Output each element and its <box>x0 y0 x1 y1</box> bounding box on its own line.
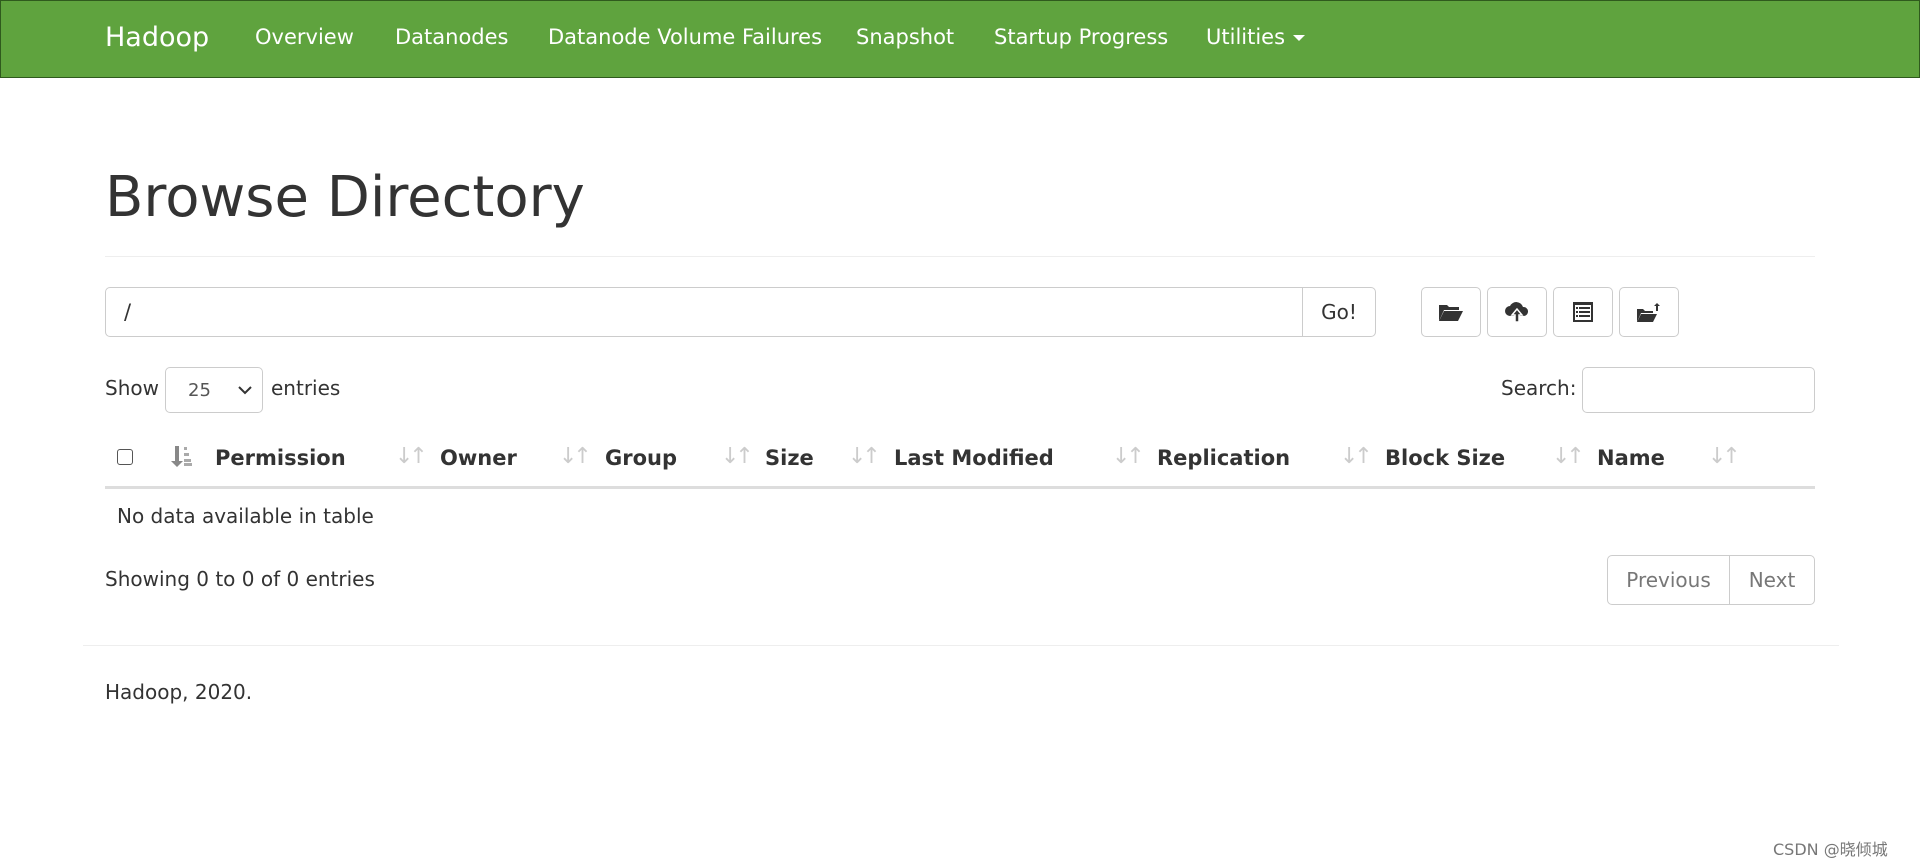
sort-icon[interactable]: ↓↑ <box>1340 444 1373 469</box>
sort-icon[interactable]: ↓↑ <box>559 444 592 469</box>
cut-paste-button[interactable] <box>1553 287 1613 337</box>
upload-folder-button[interactable] <box>1619 287 1679 337</box>
table-header-border <box>105 486 1815 489</box>
column-block-size[interactable]: Block Size <box>1385 446 1505 470</box>
previous-button[interactable]: Previous <box>1607 555 1730 605</box>
entries-select-value: 25 <box>188 380 211 401</box>
table-info: Showing 0 to 0 of 0 entries <box>105 567 375 591</box>
column-replication[interactable]: Replication <box>1157 446 1290 470</box>
sort-amount-asc-icon[interactable] <box>170 445 192 467</box>
column-last-modified[interactable]: Last Modified <box>894 446 1054 470</box>
navbar: Hadoop Overview Datanodes Datanode Volum… <box>0 0 1920 78</box>
column-size[interactable]: Size <box>765 446 814 470</box>
sort-icon[interactable]: ↓↑ <box>1112 444 1145 469</box>
footer-text: Hadoop, 2020. <box>105 680 253 704</box>
next-button[interactable]: Next <box>1729 555 1815 605</box>
divider <box>105 256 1815 257</box>
empty-table-message: No data available in table <box>117 504 374 528</box>
folder-open-icon <box>1439 305 1463 321</box>
chevron-down-icon <box>238 386 252 395</box>
nav-overview[interactable]: Overview <box>255 25 354 49</box>
nav-utilities-label: Utilities <box>1206 25 1286 49</box>
column-owner[interactable]: Owner <box>440 446 517 470</box>
column-name[interactable]: Name <box>1597 446 1665 470</box>
create-directory-button[interactable] <box>1421 287 1481 337</box>
cloud-upload-icon <box>1505 302 1529 323</box>
sort-icon[interactable]: ↓↑ <box>848 444 881 469</box>
brand-link[interactable]: Hadoop <box>105 22 209 53</box>
nav-volume-failures[interactable]: Datanode Volume Failures <box>548 25 822 49</box>
caret-down-icon <box>1293 35 1306 41</box>
sort-icon[interactable]: ↓↑ <box>1708 444 1741 469</box>
footer-divider <box>83 645 1839 646</box>
page-title: Browse Directory <box>105 165 585 230</box>
path-input[interactable]: / <box>105 287 1305 337</box>
watermark: CSDN @晓倾城 <box>1773 840 1888 859</box>
upload-button[interactable] <box>1487 287 1547 337</box>
go-button[interactable]: Go! <box>1302 287 1376 337</box>
list-alt-icon <box>1573 302 1593 322</box>
sort-icon[interactable]: ↓↑ <box>395 444 428 469</box>
sort-icon[interactable]: ↓↑ <box>1552 444 1585 469</box>
entries-label: entries <box>271 376 341 400</box>
column-permission[interactable]: Permission <box>215 446 346 470</box>
search-input[interactable] <box>1582 367 1815 413</box>
show-label: Show <box>105 376 159 400</box>
nav-startup-progress[interactable]: Startup Progress <box>994 25 1168 49</box>
folder-upload-icon <box>1637 303 1660 322</box>
nav-snapshot[interactable]: Snapshot <box>856 25 954 49</box>
nav-utilities[interactable]: Utilities <box>1206 25 1306 49</box>
nav-datanodes[interactable]: Datanodes <box>395 25 509 49</box>
column-group[interactable]: Group <box>605 446 677 470</box>
entries-select[interactable]: 25 <box>165 367 263 413</box>
select-all-checkbox[interactable] <box>117 449 133 465</box>
search-label: Search: <box>1501 376 1577 400</box>
sort-icon[interactable]: ↓↑ <box>721 444 754 469</box>
